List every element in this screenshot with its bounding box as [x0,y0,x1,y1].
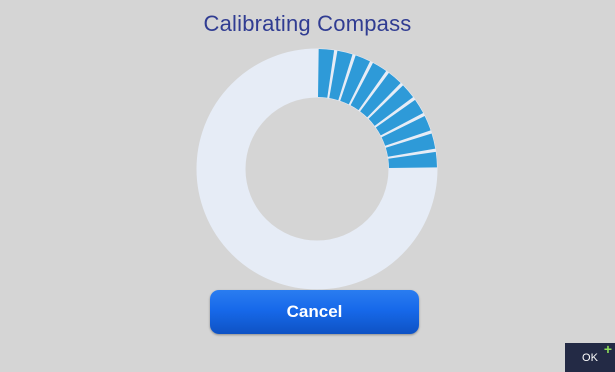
plus-icon: + [603,341,612,357]
calibration-screen: Calibrating Compass Cancel OK + [0,0,615,372]
dialog-title: Calibrating Compass [203,11,412,36]
cancel-button[interactable]: Cancel [210,290,419,334]
calibration-progress-ring [196,48,438,290]
ok-label: OK [582,351,598,364]
progress-ring-track [196,48,438,290]
ok-button[interactable]: OK + [565,341,615,372]
